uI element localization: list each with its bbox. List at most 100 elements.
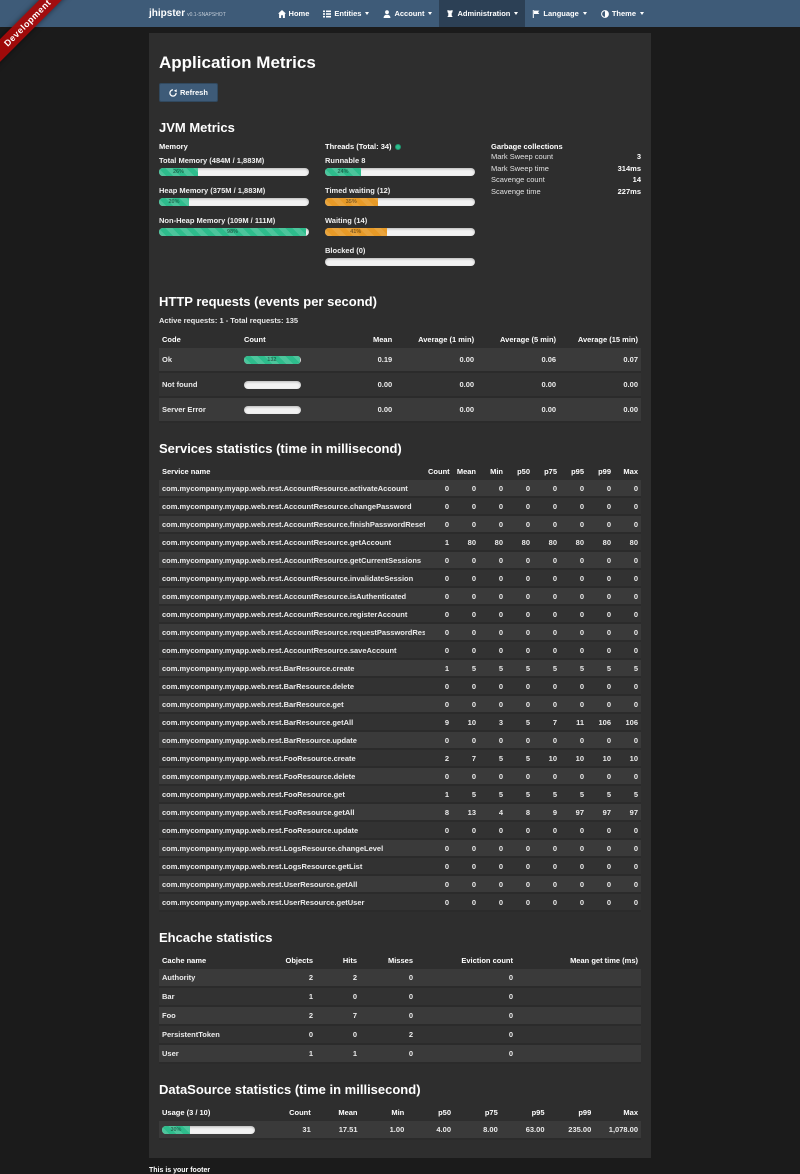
table-row: com.mycompany.myapp.web.rest.AccountReso…	[159, 497, 641, 515]
cache-value-cell: 1	[316, 1044, 360, 1063]
column-header: Count	[241, 331, 313, 348]
table-row: Authority2200	[159, 969, 641, 987]
service-value-cell: 0	[587, 623, 614, 641]
memory-progress-bar: 20%	[159, 198, 309, 206]
table-row: com.mycompany.myapp.web.rest.LogsResourc…	[159, 839, 641, 857]
threads-metric-label: Timed waiting (12)	[325, 186, 475, 195]
http-value-cell: 0.00	[559, 372, 641, 397]
service-value-cell: 0	[506, 623, 533, 641]
http-count-bar	[244, 381, 301, 389]
table-row: com.mycompany.myapp.web.rest.FooResource…	[159, 749, 641, 767]
service-value-cell: 0	[614, 677, 641, 695]
service-value-cell: 0	[506, 677, 533, 695]
service-value-cell: 5	[587, 659, 614, 677]
home-icon	[278, 10, 286, 18]
brand[interactable]: jhipster v0.1-SNAPSHOT	[149, 0, 226, 27]
service-value-cell: 0	[479, 857, 506, 875]
table-row: com.mycompany.myapp.web.rest.BarResource…	[159, 731, 641, 749]
memory-metric-label: Non-Heap Memory (109M / 111M)	[159, 216, 309, 225]
nav-item-language[interactable]: Language	[525, 0, 593, 27]
service-name-cell: com.mycompany.myapp.web.rest.BarResource…	[159, 677, 425, 695]
service-value-cell: 9	[533, 803, 560, 821]
cache-value-cell: 0	[360, 969, 416, 987]
cache-value-cell: 7	[316, 1006, 360, 1025]
service-value-cell: 0	[614, 767, 641, 785]
cache-value-cell: 0	[416, 969, 516, 987]
service-value-cell: 0	[425, 641, 452, 659]
column-header: Usage (3 / 10)	[159, 1104, 267, 1121]
service-name-cell: com.mycompany.myapp.web.rest.AccountReso…	[159, 515, 425, 533]
table-row: Not found0.000.000.000.00	[159, 372, 641, 397]
memory-metric-label: Heap Memory (375M / 1,883M)	[159, 186, 309, 195]
datasource-statistics-table: Usage (3 / 10)CountMeanMinp50p75p95p99Ma…	[159, 1104, 641, 1140]
table-row: com.mycompany.myapp.web.rest.UserResourc…	[159, 893, 641, 911]
http-value-cell: 0.00	[395, 372, 477, 397]
table-row: com.mycompany.myapp.web.rest.AccountReso…	[159, 587, 641, 605]
column-header: Average (5 min)	[477, 331, 559, 348]
table-row: com.mycompany.myapp.web.rest.BarResource…	[159, 695, 641, 713]
service-value-cell: 0	[452, 695, 479, 713]
service-value-cell: 5	[479, 749, 506, 767]
refresh-button[interactable]: Refresh	[159, 83, 218, 102]
table-row: com.mycompany.myapp.web.rest.AccountReso…	[159, 515, 641, 533]
service-value-cell: 0	[560, 515, 587, 533]
threads-status-icon[interactable]	[395, 144, 401, 150]
http-value-cell: 0.00	[313, 372, 395, 397]
service-value-cell: 0	[452, 893, 479, 911]
service-value-cell: 0	[533, 893, 560, 911]
nav-item-account[interactable]: Account	[376, 0, 439, 27]
service-value-cell: 0	[533, 821, 560, 839]
threads-metric-label: Blocked (0)	[325, 246, 475, 255]
threads-metric: Waiting (14)41%	[325, 216, 475, 236]
nav-item-entities[interactable]: Entities	[316, 0, 376, 27]
datasource-usage-bar-fill: 30%	[162, 1126, 190, 1134]
service-value-cell: 0	[506, 731, 533, 749]
service-value-cell: 0	[587, 857, 614, 875]
http-code-cell: Ok	[159, 348, 241, 372]
service-value-cell: 5	[614, 659, 641, 677]
service-value-cell: 0	[506, 857, 533, 875]
nav-item-label: Account	[394, 9, 424, 18]
service-value-cell: 97	[560, 803, 587, 821]
column-header: Average (1 min)	[395, 331, 477, 348]
http-count-cell	[241, 397, 313, 422]
datasource-value-cell: 31	[267, 1121, 314, 1139]
service-value-cell: 5	[506, 785, 533, 803]
nav-item-administration[interactable]: Administration	[439, 0, 525, 27]
service-value-cell: 0	[614, 893, 641, 911]
ehcache-statistics-table: Cache nameObjectsHitsMissesEviction coun…	[159, 952, 641, 1064]
cache-value-cell: 0	[416, 1006, 516, 1025]
nav-item-label: Language	[543, 9, 578, 18]
refresh-icon	[169, 89, 177, 97]
nav-item-home[interactable]: Home	[271, 0, 317, 27]
column-header: Average (15 min)	[559, 331, 641, 348]
service-value-cell: 0	[614, 821, 641, 839]
http-code-cell: Not found	[159, 372, 241, 397]
nav-item-theme[interactable]: Theme	[594, 0, 651, 27]
service-value-cell: 0	[587, 821, 614, 839]
service-value-cell: 0	[560, 623, 587, 641]
service-value-cell: 0	[614, 515, 641, 533]
cache-value-cell: 0	[360, 1044, 416, 1063]
threads-metric: Blocked (0)	[325, 246, 475, 266]
service-value-cell: 0	[452, 767, 479, 785]
table-row: com.mycompany.myapp.web.rest.AccountReso…	[159, 623, 641, 641]
service-value-cell: 0	[587, 605, 614, 623]
column-header: Max	[594, 1104, 641, 1121]
service-value-cell: 0	[425, 569, 452, 587]
column-header: Max	[614, 463, 641, 480]
service-value-cell: 0	[506, 767, 533, 785]
http-count-bar	[244, 406, 301, 414]
service-name-cell: com.mycompany.myapp.web.rest.BarResource…	[159, 659, 425, 677]
service-value-cell: 0	[452, 875, 479, 893]
gc-row: Mark Sweep count3	[491, 151, 641, 163]
service-value-cell: 5	[506, 713, 533, 731]
service-value-cell: 0	[614, 587, 641, 605]
service-value-cell: 0	[506, 497, 533, 515]
memory-metric: Non-Heap Memory (109M / 111M)98%	[159, 216, 309, 236]
service-value-cell: 0	[614, 623, 641, 641]
service-name-cell: com.mycompany.myapp.web.rest.AccountReso…	[159, 605, 425, 623]
table-row: com.mycompany.myapp.web.rest.FooResource…	[159, 803, 641, 821]
service-value-cell: 0	[614, 480, 641, 497]
service-value-cell: 0	[560, 605, 587, 623]
